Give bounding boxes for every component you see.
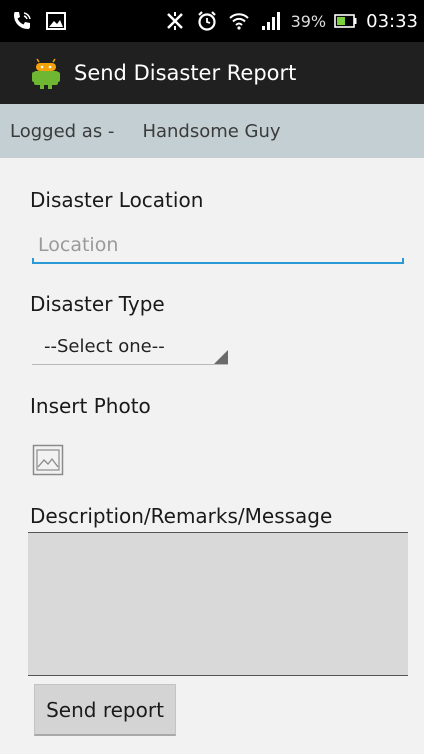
android-app-icon[interactable]: [28, 55, 64, 91]
wifi-icon: [227, 9, 251, 33]
spinner-selected-text: --Select one--: [44, 336, 165, 357]
insert-photo-image-icon[interactable]: [32, 444, 64, 476]
battery-percent: 39%: [290, 11, 327, 31]
clock: 03:33: [366, 10, 418, 32]
description-bottom-border: [28, 675, 408, 676]
signal-icon: [259, 9, 283, 33]
username: Handsome Guy: [142, 120, 281, 142]
location-underline: [32, 258, 404, 264]
location-input[interactable]: [32, 230, 404, 260]
send-report-button[interactable]: Send report: [34, 684, 176, 736]
spinner-arrow-icon: [214, 350, 228, 364]
disaster-type-spinner[interactable]: --Select one--: [32, 334, 228, 365]
location-field-wrap: [32, 230, 404, 264]
phone-call-icon: [10, 9, 34, 33]
action-bar-title: Send Disaster Report: [74, 61, 297, 85]
action-bar: Send Disaster Report: [0, 42, 424, 104]
user-bar: Logged as - Handsome Guy: [0, 104, 424, 158]
vibrate-icon: [163, 9, 187, 33]
type-label: Disaster Type: [30, 292, 165, 316]
image-notification-icon: [44, 9, 68, 33]
logged-as-label: Logged as -: [10, 120, 115, 142]
status-bar: 39% 03:33: [0, 0, 424, 42]
alarm-icon: [195, 9, 219, 33]
battery-icon: [334, 9, 358, 33]
description-label: Description/Remarks/Message: [30, 504, 333, 528]
photo-label: Insert Photo: [30, 394, 151, 418]
location-label: Disaster Location: [30, 188, 204, 212]
description-textarea[interactable]: [28, 533, 408, 675]
